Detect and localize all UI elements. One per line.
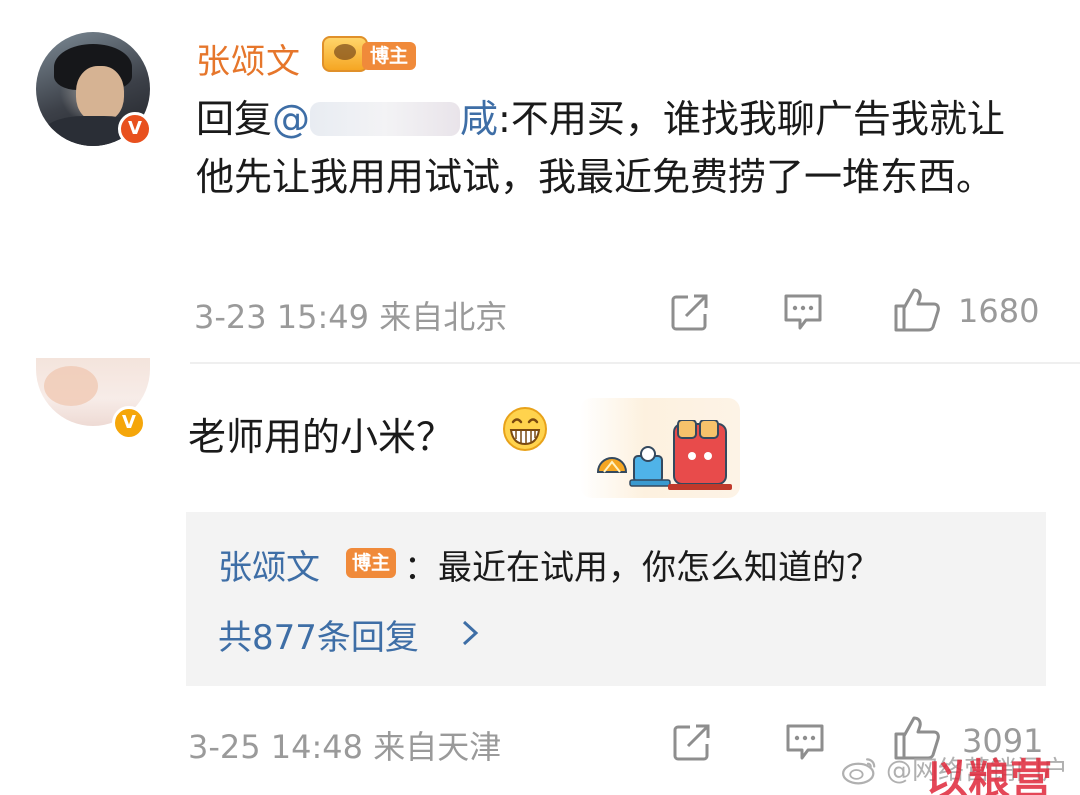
mention-link[interactable]: @ 咸	[272, 97, 498, 141]
comment-button[interactable]	[782, 292, 824, 336]
mention-at: @	[272, 97, 311, 141]
verified-icon: V	[112, 406, 146, 440]
comment-text: 回复@ 咸:不用买，谁找我聊广告我就让他先让我用用试试，我最近免费捞了一堆东西。	[196, 90, 1026, 206]
timestamp: 3-25 14:48	[188, 728, 364, 766]
avatar-hair	[44, 366, 98, 406]
reply-text: ：最近在试用，你怎么知道的？	[404, 548, 880, 588]
thumbs-up-icon	[894, 288, 940, 332]
reply-username[interactable]: 张颂文	[218, 540, 320, 589]
grin-emoji-icon	[503, 407, 547, 451]
avatar-face	[76, 66, 124, 122]
share-button[interactable]	[672, 722, 712, 766]
mention-tail: 咸	[460, 97, 499, 141]
like-count: 1680	[958, 292, 1040, 330]
chevron-right-icon	[462, 620, 479, 646]
badge-label: 博主	[362, 42, 417, 70]
share-button[interactable]	[670, 292, 710, 336]
like-button[interactable]	[892, 286, 942, 338]
share-icon	[673, 724, 710, 761]
watermark: @网络营销门户 以粮营	[840, 746, 1080, 795]
timestamp: 3-23 15:49	[194, 298, 370, 336]
reply-preview[interactable]: 张颂文 博主 ：最近在试用，你怎么知道的？ 共877条回复	[186, 512, 1046, 686]
blogger-badge: 博主	[346, 548, 397, 578]
timestamp-source: 3-23 15:49 来自北京	[194, 292, 507, 338]
verified-icon: V	[118, 112, 152, 146]
view-replies-link[interactable]: 共877条回复	[218, 610, 419, 659]
username[interactable]: 张颂文	[196, 34, 301, 83]
watermark-logo: 以粮营	[926, 755, 1053, 795]
comment-icon	[786, 724, 824, 760]
location: 来自天津	[373, 728, 502, 766]
reply-prefix: 回复	[196, 97, 273, 141]
comment-icon	[784, 294, 822, 330]
blogger-badge: 博主	[322, 34, 434, 74]
weibo-logo-icon	[842, 758, 876, 785]
timestamp-source: 3-25 14:48 来自天津	[188, 722, 501, 768]
location: 来自北京	[379, 298, 508, 336]
share-icon	[671, 294, 708, 331]
breakfast-sticker-icon	[596, 420, 732, 490]
comment-button[interactable]	[784, 722, 826, 766]
comment-text: 老师用的小米？	[188, 415, 455, 459]
comment-item: V 张颂文 博主 回复@ 咸:不用买，谁找我聊广告我就让他先让我用用试试，我最近免…	[0, 0, 1080, 364]
comment-item: V 老师用的小米？ 张颂文 博主 ：最近在试用，你怎么知道的？ 共877条回复 …	[0, 358, 1080, 795]
divider	[190, 362, 1080, 364]
redacted-name	[310, 102, 461, 136]
